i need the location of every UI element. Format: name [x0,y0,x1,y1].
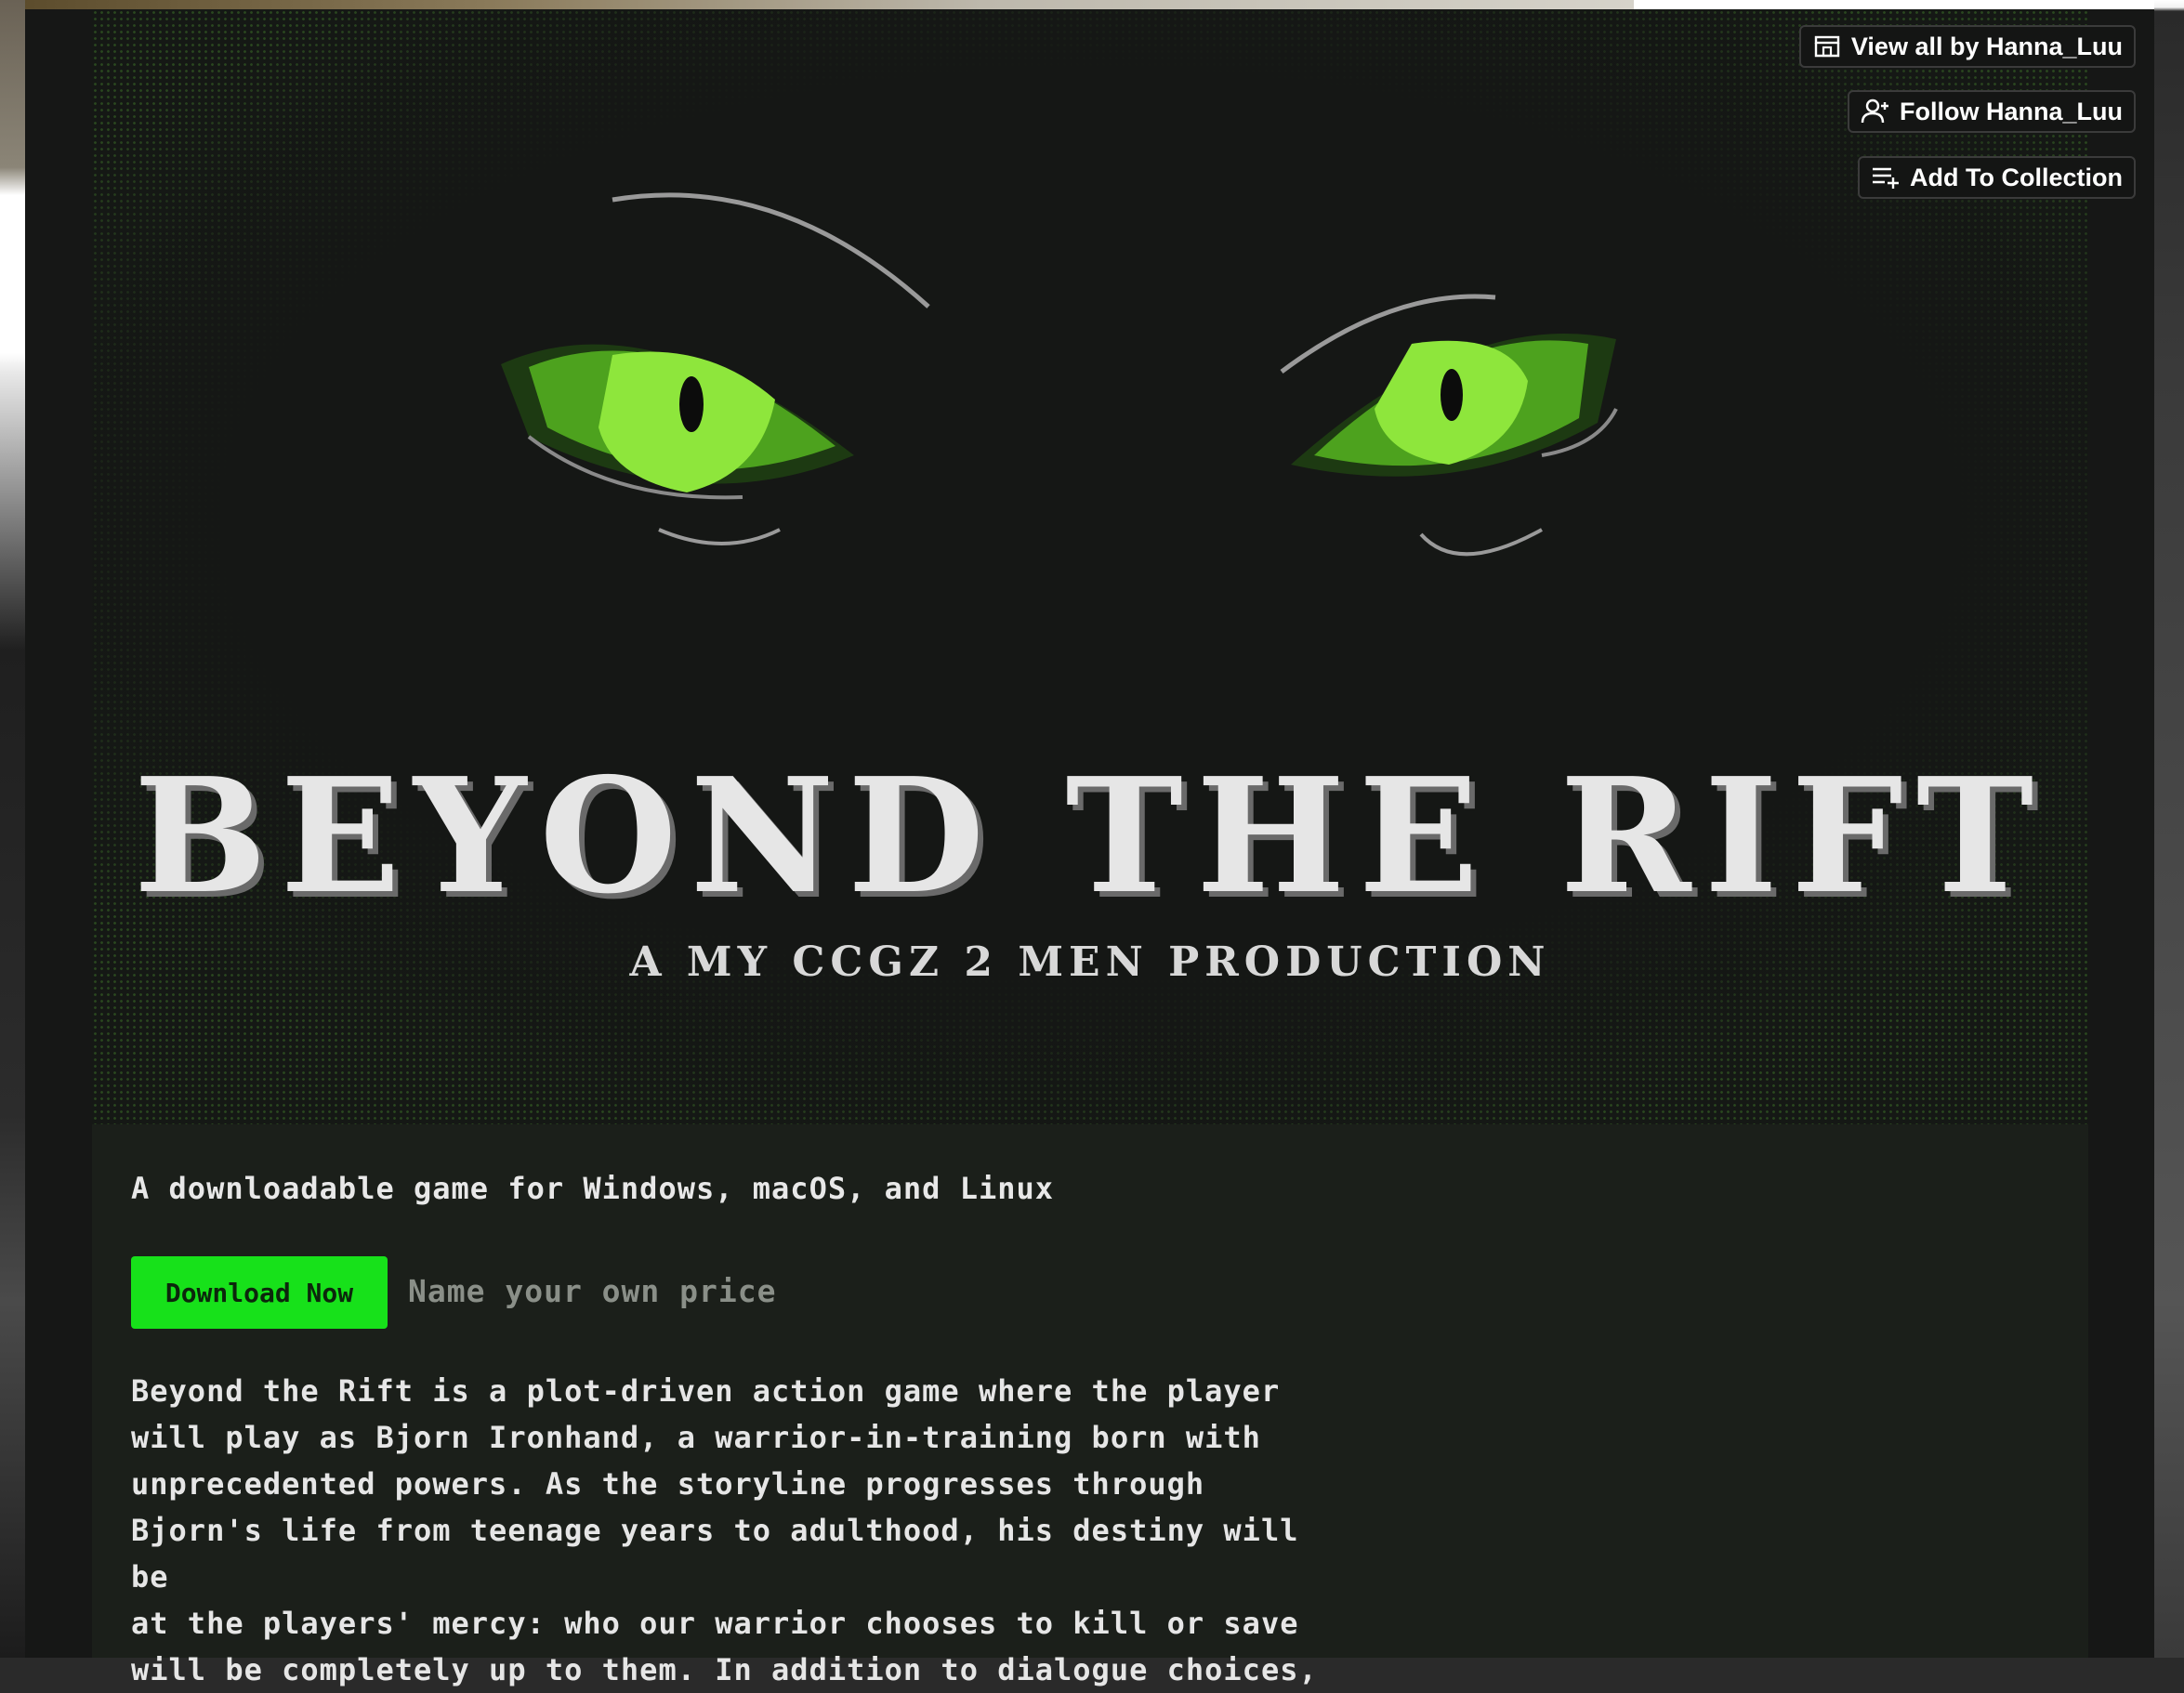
price-hint: Name your own price [408,1273,777,1309]
view-all-button[interactable]: View all by Hanna_Luu [1798,25,2136,68]
follow-button[interactable]: Follow Hanna_Luu [1848,90,2136,133]
game-info-panel: A downloadable game for Windows, macOS, … [92,1124,2088,1687]
left-eye [501,192,930,545]
right-eye [1280,294,1618,557]
playlist-add-icon [1873,167,1900,189]
background-art-top [0,0,1636,9]
add-user-icon [1861,98,1888,124]
background-art-top-right [1634,0,2184,9]
download-now-button[interactable]: Download Now [131,1256,388,1329]
background-art-left [0,0,25,1658]
game-title: BEYOND THE RIFT [133,743,2047,929]
game-subtitle: A MY CCGZ 2 MEN PRODUCTION [629,938,1551,986]
add-collection-label: Add To Collection [1910,163,2123,191]
background-art-right [2154,0,2184,1658]
follow-label: Follow Hanna_Luu [1900,97,2123,125]
storefront-icon [1814,35,1840,58]
platforms-text: A downloadable game for Windows, macOS, … [131,1171,1055,1206]
game-banner: BEYOND THE RIFT A MY CCGZ 2 MEN PRODUCTI… [92,9,2088,1124]
game-description: Beyond the Rift is a plot-driven action … [131,1373,1318,1687]
add-to-collection-button[interactable]: Add To Collection [1858,156,2136,199]
view-all-label: View all by Hanna_Luu [1850,32,2123,60]
